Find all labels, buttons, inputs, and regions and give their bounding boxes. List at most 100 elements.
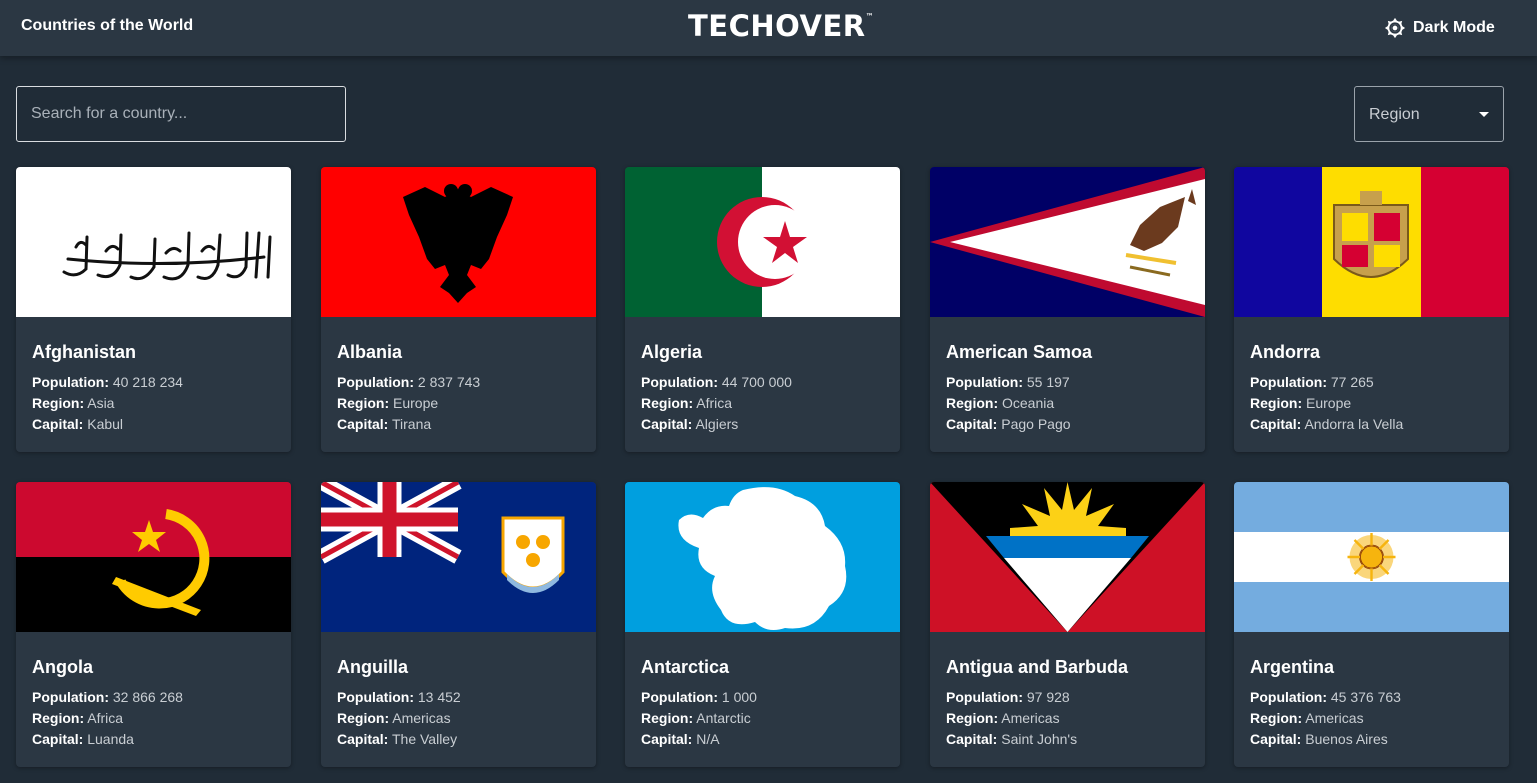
region-value: Africa [87, 710, 124, 726]
population-line: Population: 13 452 [337, 689, 461, 705]
argentina-flag [1234, 482, 1509, 632]
region-label: Region: [32, 710, 85, 726]
population-value: 40 218 234 [112, 374, 183, 390]
population-value: 32 866 268 [112, 689, 183, 705]
country-name: Afghanistan [32, 342, 137, 362]
country-card-algeria[interactable]: Algeria Population: 44 700 000 Region: A… [625, 167, 900, 452]
search-input[interactable] [17, 87, 345, 141]
dark-mode-toggle[interactable]: Dark Mode [1384, 15, 1495, 41]
population-value: 77 265 [1330, 374, 1374, 390]
population-line: Population: 40 218 234 [32, 374, 183, 390]
region-label: Region: [946, 395, 999, 411]
country-card-afghanistan[interactable]: Afghanistan Population: 40 218 234 Regio… [16, 167, 291, 452]
population-line: Population: 1 000 [641, 689, 757, 705]
population-line: Population: 2 837 743 [337, 374, 480, 390]
population-value: 55 197 [1026, 374, 1070, 390]
population-label: Population: [946, 374, 1023, 390]
population-value: 13 452 [417, 689, 461, 705]
country-name: Angola [32, 657, 93, 677]
region-value: Americas [1001, 710, 1060, 726]
population-line: Population: 77 265 [1250, 374, 1374, 390]
region-value: Europe [1306, 395, 1352, 411]
country-card-andorra[interactable]: Andorra Population: 77 265 Region: Europ… [1234, 167, 1509, 452]
region-value: Oceania [1002, 395, 1055, 411]
capital-line: Capital: Tirana [337, 416, 431, 432]
capital-line: Capital: Luanda [32, 731, 134, 747]
capital-label: Capital: [32, 731, 84, 747]
capital-value: Algiers [695, 416, 739, 432]
top-nav-bar: Countries of the World TECHOVER™ Dark Mo… [0, 0, 1537, 56]
country-name: Albania [337, 342, 403, 362]
capital-label: Capital: [337, 416, 389, 432]
sun-icon [1384, 17, 1406, 39]
capital-value: The Valley [391, 731, 458, 747]
capital-label: Capital: [946, 416, 998, 432]
population-line: Population: 44 700 000 [641, 374, 792, 390]
region-label: Region: [32, 395, 85, 411]
region-line: Region: Asia [32, 395, 114, 411]
country-name: Andorra [1250, 342, 1321, 362]
region-label: Region: [1250, 710, 1303, 726]
andorra-flag [1234, 167, 1509, 317]
capital-value: Luanda [87, 731, 134, 747]
capital-label: Capital: [337, 731, 389, 747]
population-label: Population: [1250, 689, 1327, 705]
population-value: 97 928 [1026, 689, 1070, 705]
region-value: Americas [392, 710, 451, 726]
region-value: Africa [696, 395, 733, 411]
region-line: Region: Europe [337, 395, 438, 411]
region-filter-value: Region [1369, 106, 1420, 123]
capital-label: Capital: [32, 416, 84, 432]
antigua-and-barbuda-flag [930, 482, 1205, 632]
country-name: Antigua and Barbuda [946, 657, 1129, 677]
population-label: Population: [1250, 374, 1327, 390]
trademark-mark: ™ [865, 12, 875, 22]
population-line: Population: 32 866 268 [32, 689, 183, 705]
country-name: Antarctica [641, 657, 730, 677]
population-label: Population: [641, 374, 718, 390]
country-card-argentina[interactable]: Argentina Population: 45 376 763 Region:… [1234, 482, 1509, 767]
population-value: 45 376 763 [1330, 689, 1401, 705]
american-samoa-flag [930, 167, 1205, 317]
country-card-american-samoa[interactable]: American Samoa Population: 55 197 Region… [930, 167, 1205, 452]
region-label: Region: [337, 710, 390, 726]
site-title: Countries of the World [21, 17, 194, 34]
country-card-anguilla[interactable]: Anguilla Population: 13 452 Region: Amer… [321, 482, 596, 767]
region-line: Region: Americas [1250, 710, 1364, 726]
region-label: Region: [337, 395, 390, 411]
population-value: 44 700 000 [721, 374, 792, 390]
country-name: Algeria [641, 342, 703, 362]
country-card-albania[interactable]: Albania Population: 2 837 743 Region: Eu… [321, 167, 596, 452]
population-line: Population: 45 376 763 [1250, 689, 1401, 705]
capital-value: Buenos Aires [1305, 731, 1388, 747]
search-box [16, 86, 346, 142]
region-filter-dropdown[interactable]: Region [1354, 86, 1504, 142]
population-label: Population: [337, 689, 414, 705]
population-label: Population: [641, 689, 718, 705]
capital-label: Capital: [1250, 416, 1302, 432]
country-card-angola[interactable]: Angola Population: 32 866 268 Region: Af… [16, 482, 291, 767]
region-line: Region: Africa [641, 395, 732, 411]
region-line: Region: Americas [337, 710, 451, 726]
region-line: Region: Africa [32, 710, 123, 726]
capital-line: Capital: Pago Pago [946, 416, 1071, 432]
caret-down-icon [1479, 112, 1489, 117]
population-line: Population: 97 928 [946, 689, 1070, 705]
albania-flag [321, 167, 596, 317]
anguilla-flag [321, 482, 596, 632]
region-value: Antarctic [696, 710, 751, 726]
population-value: 1 000 [721, 689, 757, 705]
country-card-antarctica[interactable]: Antarctica Population: 1 000 Region: Ant… [625, 482, 900, 767]
capital-value: Andorra la Vella [1304, 416, 1404, 432]
region-label: Region: [946, 710, 999, 726]
country-card-antigua-and-barbuda[interactable]: Antigua and Barbuda Population: 97 928 R… [930, 482, 1205, 767]
capital-value: Pago Pago [1001, 416, 1071, 432]
region-value: Europe [393, 395, 439, 411]
population-value: 2 837 743 [417, 374, 481, 390]
population-label: Population: [337, 374, 414, 390]
brand-logo[interactable]: TECHOVER™ [688, 9, 874, 43]
capital-line: Capital: The Valley [337, 731, 457, 747]
population-label: Population: [946, 689, 1023, 705]
angola-flag [16, 482, 291, 632]
country-name: Anguilla [337, 657, 408, 677]
